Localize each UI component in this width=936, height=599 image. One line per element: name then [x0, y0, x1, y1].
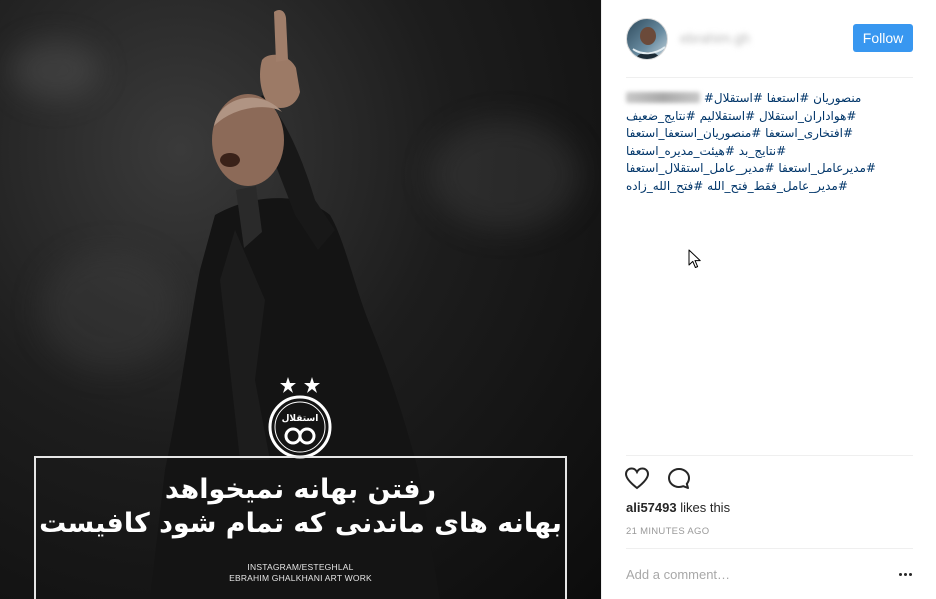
- dot: [898, 572, 902, 576]
- username[interactable]: ebrahim.gh: [680, 30, 750, 46]
- hashtag-line[interactable]: منصوریان #استعفا #استقلال#: [626, 90, 913, 108]
- post-header: ebrahim.gh Follow: [602, 0, 936, 78]
- credit-artist: EBRAHIM GHALKHANI ART WORK: [229, 573, 372, 583]
- esteghlal-logo: استقلال: [268, 377, 332, 459]
- hashtag-line[interactable]: #مدیر_عامل_فقط_فتح_الله #فتح_الله_زاده: [626, 178, 913, 196]
- hashtag-line[interactable]: #هواداران_استقلال #استقلالیم #نتایج_ضعیف: [626, 108, 913, 126]
- follow-button[interactable]: Follow: [853, 24, 913, 52]
- hashtag-line[interactable]: #افتخاری_استعفا #منصوریان_استعفا_استعفا: [626, 125, 913, 143]
- author-username[interactable]: [626, 92, 700, 103]
- more-options-icon[interactable]: [895, 566, 915, 582]
- divider: [626, 455, 913, 456]
- comment-icon[interactable]: [666, 466, 692, 492]
- post-caption-line-2: بهانه های ماندنی که تمام شود کافیست: [39, 508, 562, 539]
- dot: [908, 572, 912, 576]
- heart-icon[interactable]: [624, 466, 650, 492]
- likes-suffix: likes this: [676, 500, 731, 515]
- likes-summary: ali57493 likes this: [626, 500, 730, 515]
- dot: [903, 572, 907, 576]
- credit-instagram: INSTAGRAM/ESTEGHLAL: [247, 562, 354, 572]
- post-caption-comment: منصوریان #استعفا #استقلال# #هواداران_است…: [626, 90, 913, 195]
- svg-text:استقلال: استقلال: [282, 414, 319, 424]
- mouse-cursor-icon: [688, 249, 701, 268]
- add-comment-input[interactable]: [626, 560, 876, 588]
- avatar[interactable]: [626, 18, 668, 60]
- hashtag-line-text[interactable]: منصوریان #استعفا #استقلال#: [704, 91, 862, 105]
- post-caption-line-1: رفتن بهانه نمیخواهد: [164, 474, 437, 505]
- hashtag-line[interactable]: #نتایج_بد #هیئت_مدیره_استعفا: [626, 143, 913, 161]
- hashtag-line[interactable]: #مدیرعامل_استعفا #مدیر_عامل_استقلال_استع…: [626, 160, 913, 178]
- post-image[interactable]: استقلال رفتن بهانه نمیخواهد بهانه های ما…: [0, 0, 601, 599]
- liker-username[interactable]: ali57493: [626, 500, 677, 515]
- avatar-image: [632, 27, 666, 59]
- divider: [626, 77, 913, 78]
- post-side-panel: ebrahim.gh Follow منصوریان #استعفا #استق…: [601, 0, 936, 599]
- post-timestamp[interactable]: 21 MINUTES AGO: [626, 526, 709, 537]
- divider: [626, 548, 913, 549]
